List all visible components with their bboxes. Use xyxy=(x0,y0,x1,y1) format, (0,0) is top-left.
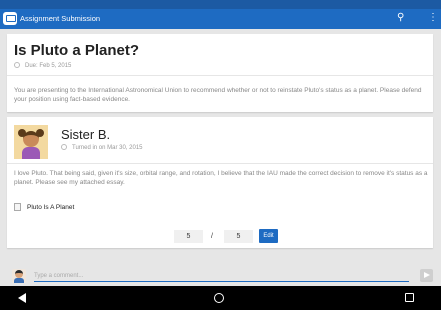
grade-max-value: 5 xyxy=(224,230,253,243)
app-bar: Assignment Submission ⚲ ⋮ xyxy=(0,9,441,29)
turned-in-text: Turned in on Mar 30, 2015 xyxy=(72,145,143,151)
submission-text: I love Pluto. That being said, given it'… xyxy=(14,170,428,186)
status-bar xyxy=(0,0,441,9)
due-date-text: Due: Feb 5, 2015 xyxy=(25,63,72,69)
comment-bar: Type a comment... xyxy=(0,266,441,286)
back-icon[interactable] xyxy=(18,293,26,303)
search-icon[interactable]: ⚲ xyxy=(397,12,404,24)
clock-icon xyxy=(61,144,67,150)
assignment-title: Is Pluto a Planet? xyxy=(14,42,140,59)
more-vert-icon[interactable]: ⋮ xyxy=(428,11,438,24)
submission-card: Sister B. Turned in on Mar 30, 2015 I lo… xyxy=(7,117,433,248)
attachment-link[interactable]: Pluto Is A Planet xyxy=(27,204,74,211)
grade-score-input[interactable]: 5 xyxy=(174,230,203,243)
avatar xyxy=(12,269,26,283)
app-title: Assignment Submission xyxy=(20,14,101,23)
divider xyxy=(7,163,433,164)
assignment-card: Is Pluto a Planet? Due: Feb 5, 2015 You … xyxy=(7,34,433,112)
edit-button[interactable]: Edit xyxy=(259,229,278,243)
grade-separator: / xyxy=(211,233,213,240)
clock-icon xyxy=(14,62,20,68)
turned-in-date: Turned in on Mar 30, 2015 xyxy=(61,144,143,152)
navigation-bar xyxy=(0,286,441,310)
comment-input[interactable]: Type a comment... xyxy=(34,271,409,282)
divider xyxy=(7,75,433,76)
app-logo-icon[interactable] xyxy=(3,12,17,25)
avatar xyxy=(14,125,48,159)
student-name: Sister B. xyxy=(61,127,111,142)
assignment-description: You are presenting to the International … xyxy=(14,87,422,103)
recents-icon[interactable] xyxy=(405,293,414,302)
due-date: Due: Feb 5, 2015 xyxy=(14,62,71,70)
document-icon xyxy=(14,203,21,211)
home-icon[interactable] xyxy=(214,293,224,303)
send-icon[interactable] xyxy=(420,269,433,282)
